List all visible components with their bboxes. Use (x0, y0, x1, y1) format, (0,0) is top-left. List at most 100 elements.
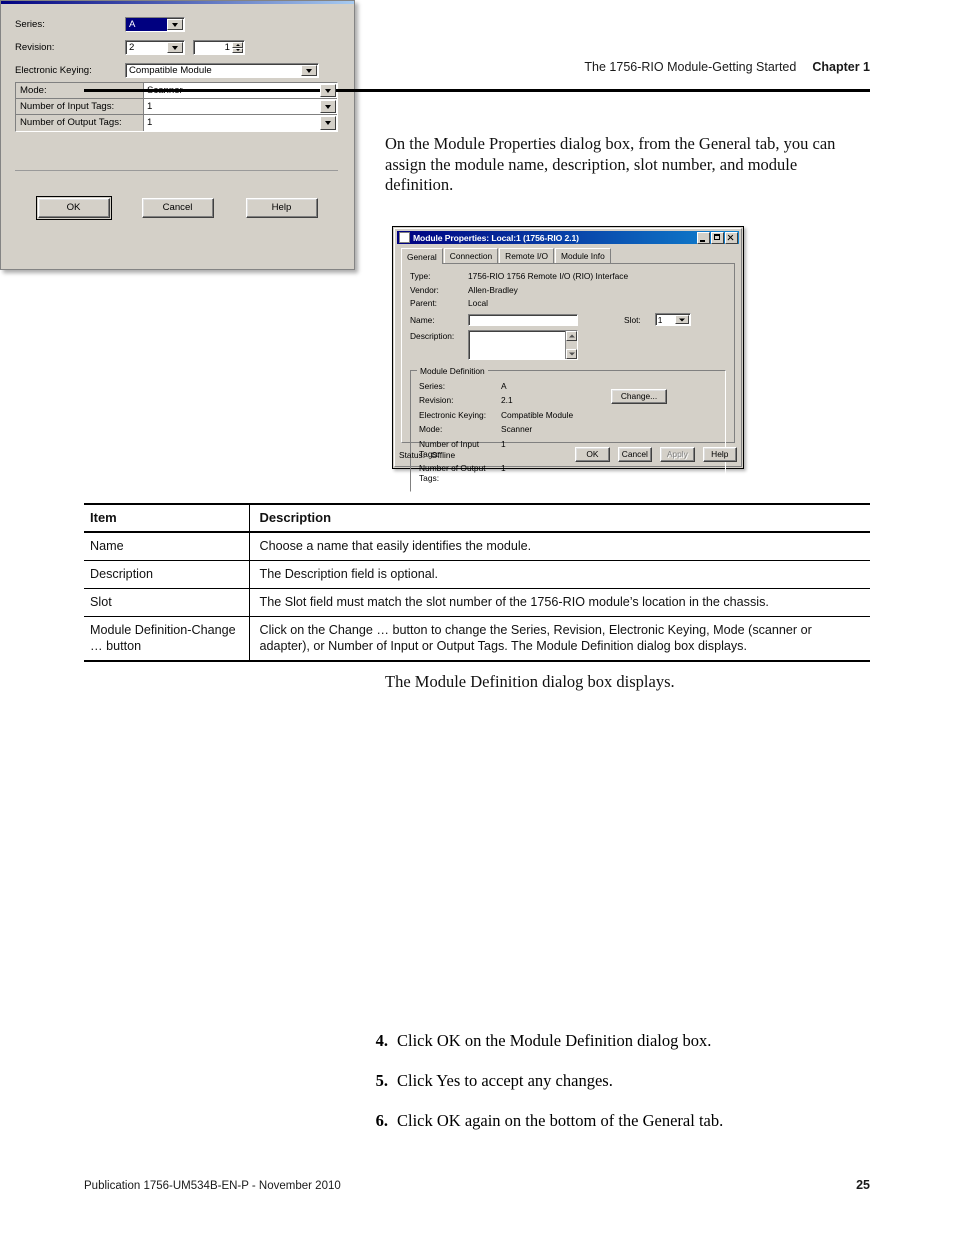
input-tags-label: Number of Input Tags: (16, 99, 144, 114)
description-label: Description: (410, 330, 455, 341)
parent-value: Local (468, 298, 489, 308)
tab-remote-io[interactable]: Remote I/O (499, 248, 554, 263)
slot-label: Slot: (624, 314, 641, 325)
dialog-separator (15, 170, 338, 171)
parent-row: Parent: Local (410, 298, 726, 308)
module-definition-caption: The Module Definition dialog box display… (385, 672, 675, 691)
revision-minor-value: 1 (224, 42, 230, 53)
tab-general[interactable]: General (401, 248, 443, 264)
row-item-name: Name (84, 532, 249, 561)
tab-connection[interactable]: Connection (443, 248, 499, 263)
slot-combo[interactable]: 1 (654, 313, 691, 326)
titlebar-buttons (697, 231, 738, 244)
type-value: 1756-RIO 1756 Remote I/O (RIO) Interface (468, 271, 629, 281)
status-value: Offline (431, 449, 456, 460)
table-row: Module Definition-Change … button Click … (84, 616, 870, 662)
step-4-text: Click OK on the Module Definition dialog… (397, 1031, 712, 1050)
page-header: The 1756-RIO Module-Getting Started Chapt… (84, 60, 870, 74)
table-row: Description The Description field is opt… (84, 560, 870, 589)
step-5: 5. Click Yes to accept any changes. (368, 1071, 868, 1091)
parent-label: Parent: (410, 298, 438, 308)
header-divider (84, 89, 870, 92)
output-tags-combo[interactable]: 1 (144, 115, 337, 131)
chevron-down-icon[interactable] (301, 65, 317, 76)
output-tags-label: Number of Output Tags: (16, 115, 144, 131)
maximize-icon[interactable] (711, 231, 724, 244)
help-button[interactable]: Help (702, 447, 738, 462)
chevron-down-icon[interactable] (167, 42, 183, 53)
column-header-description: Description (248, 503, 870, 533)
footer-publication: Publication 1756-UM534B-EN-P - November … (84, 1180, 341, 1192)
mode-label: Mode: (419, 424, 443, 434)
output-tags-value: 1 (501, 463, 506, 473)
input-tags-combo[interactable]: 1 (144, 99, 337, 114)
change-button[interactable]: Change... (611, 388, 667, 404)
tab-module-info[interactable]: Module Info (555, 248, 611, 263)
spinner-down-icon[interactable] (232, 47, 243, 53)
row-description-description: The Description field is optional. (248, 560, 870, 589)
chevron-down-icon[interactable] (320, 100, 336, 113)
chevron-down-icon[interactable] (674, 315, 689, 324)
titlebar: Module Properties: Local:1 (1756-RIO 2.1… (397, 231, 739, 244)
ok-button[interactable]: OK (575, 447, 610, 462)
step-5-number: 5. (375, 1071, 388, 1090)
intro-paragraph: On the Module Properties dialog box, fro… (385, 134, 836, 194)
module-properties-dialog: Module Properties: Local:1 (1756-RIO 2.1… (392, 226, 744, 492)
revision-value: 2.1 (501, 395, 513, 405)
spinner-buttons[interactable] (232, 42, 243, 53)
electronic-keying-row: Electronic Keying: Compatible Module (419, 410, 717, 420)
row-description-name: Choose a name that easily identifies the… (248, 532, 870, 561)
series-label: Series: (419, 380, 446, 391)
revision-minor-spinner[interactable]: 1 (193, 40, 245, 55)
name-label: Name: (410, 314, 435, 325)
cancel-button[interactable]: Cancel (617, 447, 653, 462)
table-header-row: Item Description (84, 503, 870, 533)
help-button[interactable]: Help (245, 198, 318, 218)
row-item-slot: Slot (84, 588, 249, 617)
series-label: Series: (15, 19, 45, 30)
vendor-row: Vendor: Allen-Bradley (410, 285, 726, 295)
series-combo[interactable]: A (125, 17, 185, 32)
close-icon[interactable] (725, 231, 738, 244)
series-row: Series: A (419, 381, 717, 391)
slot-value: 1 (657, 315, 663, 325)
electronic-keying-label: Electronic Keying: (419, 409, 487, 420)
step-6: 6. Click OK again on the bottom of the G… (368, 1111, 868, 1131)
header-chapter: Chapter 1 (812, 60, 870, 74)
series-value: A (126, 18, 167, 31)
step-5-text: Click Yes to accept any changes. (397, 1071, 613, 1090)
name-input[interactable] (468, 313, 578, 326)
page-footer: Publication 1756-UM534B-EN-P - November … (84, 1178, 870, 1192)
revision-major-value: 2 (129, 42, 135, 53)
numbered-steps: 4. Click OK on the Module Definition dia… (368, 1031, 868, 1151)
revision-major-combo[interactable]: 2 (125, 40, 185, 55)
row-item-description: Description (84, 560, 249, 589)
step-6-number: 6. (375, 1111, 388, 1130)
vendor-label: Vendor: (410, 284, 439, 295)
ok-button[interactable]: OK (35, 196, 112, 220)
chevron-down-icon[interactable] (320, 116, 336, 130)
footer-page-number: 25 (856, 1178, 870, 1192)
scroll-down-icon[interactable] (566, 348, 577, 359)
scroll-up-icon[interactable] (566, 330, 577, 341)
description-input[interactable] (468, 329, 578, 360)
description-scrollbar[interactable] (565, 330, 577, 359)
chevron-down-icon[interactable] (320, 84, 336, 97)
input-tags-value: 1 (147, 101, 153, 112)
description-row: Description: (410, 329, 726, 360)
item-description-table: Item Description Name Choose a name that… (84, 503, 870, 662)
minimize-icon[interactable] (697, 231, 710, 244)
module-definition-group-title: Module Definition (417, 365, 488, 376)
mode-row: Mode: Scanner (419, 424, 717, 434)
mode-value: Scanner (501, 424, 533, 434)
type-row: Type: 1756-RIO 1756 Remote I/O (RIO) Int… (410, 271, 726, 281)
output-tags-value: 1 (147, 117, 153, 128)
chevron-down-icon[interactable] (167, 19, 183, 30)
cancel-button[interactable]: Cancel (141, 198, 214, 218)
revision-label: Revision: (15, 42, 55, 53)
apply-button: Apply (660, 447, 695, 462)
module-definition-buttons: OK Cancel Help (1, 196, 354, 220)
table-row: Name Choose a name that easily identifie… (84, 532, 870, 561)
window-title: Module Properties: Local:1 (1756-RIO 2.1… (413, 232, 579, 243)
series-row: Series: A (15, 17, 338, 32)
